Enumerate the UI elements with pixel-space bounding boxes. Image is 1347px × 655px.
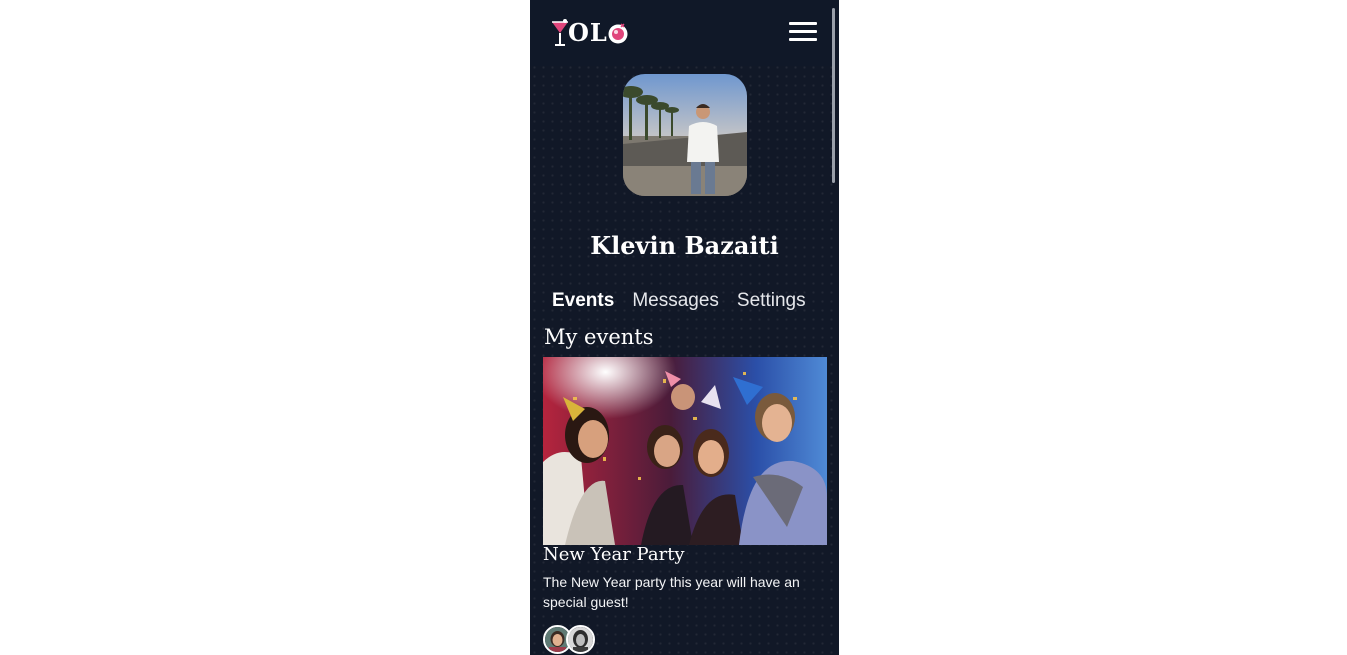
tab-settings[interactable]: Settings [737,287,806,317]
header-bar: OL [530,0,839,66]
event-attendees[interactable] [543,625,595,655]
section-title-my-events: My events [544,325,654,349]
profile-photo [623,74,747,196]
app-logo[interactable]: OL [550,16,629,50]
event-card[interactable]: New Year Party The New Year party this y… [543,357,827,655]
event-title: New Year Party [543,544,685,565]
profile-avatar[interactable] [623,74,747,196]
page: OL Klevin Bazaiti Events Messages Settin… [0,0,1347,655]
menu-button[interactable] [789,22,819,44]
event-image[interactable] [543,357,827,545]
hamburger-menu-line [789,30,817,33]
scrollbar[interactable] [832,8,835,183]
mobile-viewport: OL Klevin Bazaiti Events Messages Settin… [530,0,839,655]
tab-messages[interactable]: Messages [632,287,719,317]
event-description: The New Year party this year will have a… [543,574,800,610]
logo-text: OL [568,18,608,47]
profile-name: Klevin Bazaiti [590,231,779,260]
hamburger-menu-line [789,38,817,41]
profile-tabs: Events Messages Settings [552,287,824,317]
avatar-photo [568,627,593,652]
tab-events[interactable]: Events [552,287,614,317]
cocktail-glass-icon [552,19,568,46]
disco-ball-icon [608,23,628,44]
hamburger-menu-icon [789,22,817,25]
attendee-avatar[interactable] [566,625,595,654]
party-photo [543,357,827,545]
